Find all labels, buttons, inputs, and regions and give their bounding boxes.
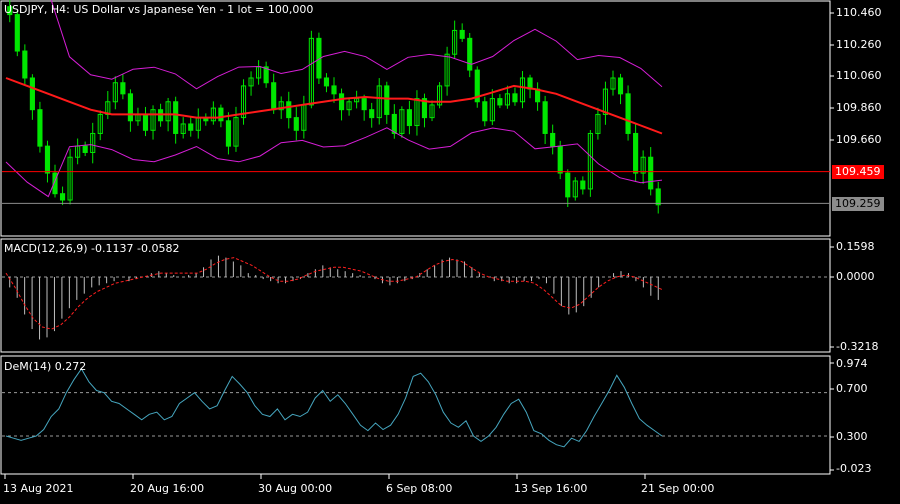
macd-axis-label: 0.1598 — [836, 240, 875, 253]
price-axis-label: 110.460 — [836, 6, 882, 19]
candle-body — [82, 145, 88, 153]
candle-body — [580, 180, 586, 190]
macd-info: MACD(12,26,9) -0.1137 -0.0582 — [4, 242, 180, 255]
candle-body — [225, 120, 232, 147]
macd-axis-label: -0.3218 — [836, 340, 879, 353]
candle-body — [338, 93, 345, 111]
candle-body — [120, 82, 126, 95]
dem-info: DeM(14) 0.272 — [4, 360, 87, 373]
candle-body — [482, 101, 488, 122]
candle-body — [625, 93, 631, 134]
bid-price-tag: 109.259 — [832, 197, 884, 211]
macd-signal-line — [5, 257, 663, 330]
candle-body — [384, 85, 390, 115]
lower-band-line — [5, 127, 663, 198]
candle-body — [37, 109, 43, 147]
dem-axis-label: 0.974 — [836, 357, 868, 370]
candle-body — [286, 101, 292, 119]
symbol-info: USDJPY, H4: US Dollar vs Japanese Yen - … — [4, 3, 314, 16]
trading-chart[interactable]: USDJPY, H4: US Dollar vs Japanese Yen - … — [0, 0, 900, 500]
candle-body — [617, 77, 624, 95]
candle-body — [22, 50, 28, 79]
candle-body — [293, 117, 299, 131]
candle-body — [565, 172, 571, 198]
red-level-tag: 109.459 — [832, 165, 884, 179]
candle-body — [467, 37, 473, 71]
price-axis-label: 109.660 — [836, 133, 882, 146]
candle-body — [127, 93, 133, 122]
macd-axis-label: 0.0000 — [836, 270, 875, 283]
dem-axis-label: -0.023 — [836, 462, 872, 475]
candle-body — [29, 77, 35, 111]
price-layer — [2, 0, 830, 214]
candle-body — [369, 109, 375, 119]
dem-panel-frame — [0, 355, 831, 475]
candle-body — [44, 145, 51, 174]
dem-layer — [2, 367, 830, 448]
candle-body — [188, 123, 194, 131]
candle-body — [557, 145, 563, 174]
time-axis-label: 6 Sep 08:00 — [386, 482, 453, 495]
price-axis-label: 109.860 — [836, 101, 882, 114]
time-axis-label: 20 Aug 16:00 — [130, 482, 205, 495]
candle-body — [512, 93, 518, 103]
candle-body — [655, 188, 661, 206]
macd-layer — [2, 255, 830, 340]
candle-body — [218, 107, 224, 122]
candle-body — [633, 132, 639, 174]
candle-body — [59, 193, 66, 201]
demarker-line — [5, 367, 663, 448]
time-axis-label: 13 Aug 2021 — [3, 482, 74, 495]
candle-body — [542, 101, 548, 134]
candle-body — [550, 132, 556, 147]
dem-axis-label: 0.300 — [836, 430, 868, 443]
time-axis-label: 30 Aug 00:00 — [258, 482, 333, 495]
price-axis-label: 110.260 — [836, 38, 882, 51]
candle-body — [14, 14, 20, 52]
candle-body — [406, 109, 412, 127]
time-axis-label: 21 Sep 00:00 — [641, 482, 715, 495]
candle-body — [173, 101, 179, 134]
candle-body — [323, 77, 330, 87]
candle-body — [142, 113, 149, 131]
dem-axis-label: 0.700 — [836, 382, 868, 395]
candle-body — [391, 113, 397, 134]
candle-body — [648, 156, 654, 190]
candle-body — [271, 82, 277, 111]
time-axis-label: 13 Sep 16:00 — [514, 482, 588, 495]
candle-body — [497, 98, 503, 106]
price-panel-frame — [0, 0, 831, 237]
candle-body — [361, 98, 367, 111]
candle-body — [459, 29, 465, 39]
macd-panel-frame — [0, 238, 831, 353]
price-axis-label: 110.060 — [836, 69, 882, 82]
candle-body — [331, 85, 337, 95]
